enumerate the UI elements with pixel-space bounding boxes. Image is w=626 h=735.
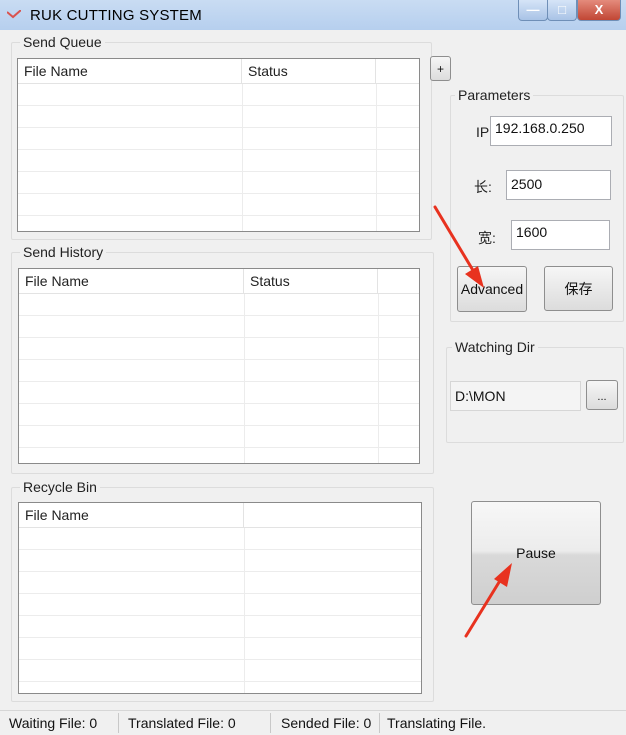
list-row — [18, 194, 419, 216]
list-row — [19, 660, 421, 682]
list-row — [18, 84, 419, 106]
advanced-button[interactable]: Advanced — [457, 266, 527, 312]
pause-button[interactable]: Pause — [471, 501, 601, 605]
recycle-bin-list[interactable]: File Name — [18, 502, 422, 694]
title-bar[interactable]: RUK CUTTING SYSTEM — □ X — [0, 0, 626, 31]
status-separator — [270, 713, 271, 733]
list-row — [19, 404, 419, 426]
list-row — [19, 528, 421, 550]
list-row — [18, 128, 419, 150]
app-icon — [7, 10, 21, 19]
status-translating: Translating File. — [387, 715, 487, 731]
status-translated-files: Translated File: 0 — [128, 715, 236, 731]
width-label: 宽: — [478, 230, 496, 246]
list-row — [19, 638, 421, 660]
recycle-bin-title: Recycle Bin — [20, 479, 100, 495]
close-button[interactable]: X — [577, 0, 621, 21]
close-icon: X — [594, 2, 604, 17]
browse-button[interactable]: ... — [586, 380, 618, 410]
window-title: RUK CUTTING SYSTEM — [30, 7, 202, 24]
column-header-status[interactable]: Status — [242, 59, 376, 83]
list-row — [19, 550, 421, 572]
send-history-title: Send History — [20, 244, 107, 260]
column-header-file-name[interactable]: File Name — [18, 59, 242, 83]
send-history-list[interactable]: File Name Status — [18, 268, 420, 464]
ip-field[interactable]: 192.168.0.250 — [490, 116, 612, 146]
list-row — [19, 338, 419, 360]
list-row — [18, 150, 419, 172]
list-row — [19, 426, 419, 448]
status-separator — [379, 713, 380, 733]
list-row — [19, 616, 421, 638]
status-bar: Waiting File: 0 Translated File: 0 Sende… — [0, 710, 626, 735]
list-header: File Name — [19, 503, 421, 528]
status-waiting-files: Waiting File: 0 — [9, 715, 98, 731]
column-header-status[interactable]: Status — [244, 269, 378, 293]
send-queue-list[interactable]: File Name Status — [17, 58, 420, 232]
list-body — [18, 84, 419, 231]
add-button[interactable]: + — [430, 56, 451, 81]
list-row — [18, 106, 419, 128]
length-label: 长: — [474, 179, 492, 195]
list-row — [19, 382, 419, 404]
list-row — [19, 594, 421, 616]
list-row — [19, 572, 421, 594]
list-header: File Name Status — [19, 269, 419, 294]
list-row — [19, 682, 421, 693]
save-button[interactable]: 保存 — [544, 266, 613, 311]
list-row — [19, 448, 419, 463]
watching-dir-field[interactable]: D:\MON — [450, 381, 581, 411]
list-body — [19, 294, 419, 463]
length-field[interactable]: 2500 — [506, 170, 611, 200]
status-sended-files: Sended File: 0 — [281, 715, 372, 731]
send-queue-title: Send Queue — [20, 34, 105, 50]
watching-dir-title: Watching Dir — [452, 339, 538, 355]
list-row — [19, 294, 419, 316]
ip-label: IP — [476, 124, 490, 140]
column-header-file-name[interactable]: File Name — [19, 269, 244, 293]
list-row — [18, 172, 419, 194]
list-row — [19, 316, 419, 338]
status-separator — [118, 713, 119, 733]
list-row — [18, 216, 419, 231]
minimize-button[interactable]: — — [518, 0, 548, 21]
minimize-icon: — — [526, 2, 540, 17]
list-header: File Name Status — [18, 59, 419, 84]
list-body — [19, 528, 421, 693]
parameters-title: Parameters — [455, 87, 534, 103]
maximize-button[interactable]: □ — [547, 0, 577, 21]
width-field[interactable]: 1600 — [511, 220, 610, 250]
maximize-icon: □ — [558, 2, 566, 17]
list-row — [19, 360, 419, 382]
column-header-file-name[interactable]: File Name — [19, 503, 244, 527]
